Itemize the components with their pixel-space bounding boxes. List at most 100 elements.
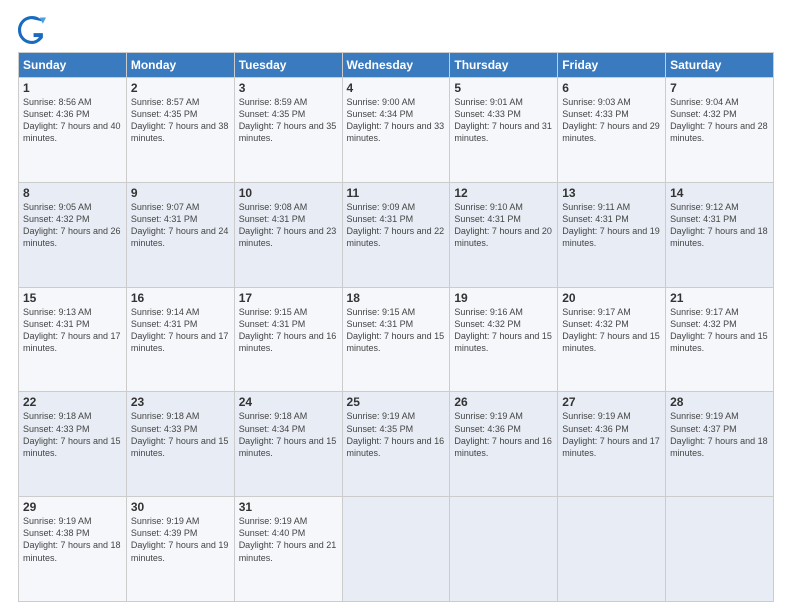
header-row: SundayMondayTuesdayWednesdayThursdayFrid…	[19, 53, 774, 78]
day-number: 28	[670, 395, 769, 409]
calendar-cell: 17 Sunrise: 9:15 AMSunset: 4:31 PMDaylig…	[234, 287, 342, 392]
cell-info: Sunrise: 9:17 AMSunset: 4:32 PMDaylight:…	[562, 307, 660, 353]
calendar-cell: 3 Sunrise: 8:59 AMSunset: 4:35 PMDayligh…	[234, 78, 342, 183]
day-number: 2	[131, 81, 230, 95]
calendar-cell: 9 Sunrise: 9:07 AMSunset: 4:31 PMDayligh…	[126, 182, 234, 287]
cell-info: Sunrise: 9:19 AMSunset: 4:36 PMDaylight:…	[562, 411, 660, 457]
cell-info: Sunrise: 8:59 AMSunset: 4:35 PMDaylight:…	[239, 97, 337, 143]
logo-icon	[18, 16, 46, 44]
cell-info: Sunrise: 9:01 AMSunset: 4:33 PMDaylight:…	[454, 97, 552, 143]
calendar-cell: 14 Sunrise: 9:12 AMSunset: 4:31 PMDaylig…	[666, 182, 774, 287]
calendar-cell: 7 Sunrise: 9:04 AMSunset: 4:32 PMDayligh…	[666, 78, 774, 183]
cell-info: Sunrise: 9:09 AMSunset: 4:31 PMDaylight:…	[347, 202, 445, 248]
cell-info: Sunrise: 9:04 AMSunset: 4:32 PMDaylight:…	[670, 97, 768, 143]
day-number: 20	[562, 291, 661, 305]
calendar-cell: 29 Sunrise: 9:19 AMSunset: 4:38 PMDaylig…	[19, 497, 127, 602]
day-number: 17	[239, 291, 338, 305]
day-number: 23	[131, 395, 230, 409]
calendar-cell: 12 Sunrise: 9:10 AMSunset: 4:31 PMDaylig…	[450, 182, 558, 287]
cell-info: Sunrise: 9:19 AMSunset: 4:38 PMDaylight:…	[23, 516, 121, 562]
cell-info: Sunrise: 9:16 AMSunset: 4:32 PMDaylight:…	[454, 307, 552, 353]
day-number: 24	[239, 395, 338, 409]
calendar-cell: 16 Sunrise: 9:14 AMSunset: 4:31 PMDaylig…	[126, 287, 234, 392]
day-header-sunday: Sunday	[19, 53, 127, 78]
day-number: 3	[239, 81, 338, 95]
day-header-friday: Friday	[558, 53, 666, 78]
calendar-cell: 15 Sunrise: 9:13 AMSunset: 4:31 PMDaylig…	[19, 287, 127, 392]
calendar-week-5: 29 Sunrise: 9:19 AMSunset: 4:38 PMDaylig…	[19, 497, 774, 602]
cell-info: Sunrise: 9:15 AMSunset: 4:31 PMDaylight:…	[347, 307, 445, 353]
calendar-cell	[666, 497, 774, 602]
calendar-cell: 19 Sunrise: 9:16 AMSunset: 4:32 PMDaylig…	[450, 287, 558, 392]
calendar-cell: 22 Sunrise: 9:18 AMSunset: 4:33 PMDaylig…	[19, 392, 127, 497]
day-number: 7	[670, 81, 769, 95]
day-number: 12	[454, 186, 553, 200]
day-header-saturday: Saturday	[666, 53, 774, 78]
calendar-cell: 13 Sunrise: 9:11 AMSunset: 4:31 PMDaylig…	[558, 182, 666, 287]
day-number: 10	[239, 186, 338, 200]
header	[18, 16, 774, 44]
calendar-cell: 6 Sunrise: 9:03 AMSunset: 4:33 PMDayligh…	[558, 78, 666, 183]
cell-info: Sunrise: 9:19 AMSunset: 4:39 PMDaylight:…	[131, 516, 229, 562]
day-number: 5	[454, 81, 553, 95]
day-number: 6	[562, 81, 661, 95]
cell-info: Sunrise: 9:19 AMSunset: 4:36 PMDaylight:…	[454, 411, 552, 457]
day-number: 21	[670, 291, 769, 305]
calendar-week-2: 8 Sunrise: 9:05 AMSunset: 4:32 PMDayligh…	[19, 182, 774, 287]
day-number: 16	[131, 291, 230, 305]
day-number: 31	[239, 500, 338, 514]
calendar-cell: 5 Sunrise: 9:01 AMSunset: 4:33 PMDayligh…	[450, 78, 558, 183]
day-number: 4	[347, 81, 446, 95]
calendar-body: 1 Sunrise: 8:56 AMSunset: 4:36 PMDayligh…	[19, 78, 774, 602]
day-number: 14	[670, 186, 769, 200]
cell-info: Sunrise: 8:56 AMSunset: 4:36 PMDaylight:…	[23, 97, 121, 143]
calendar-cell: 4 Sunrise: 9:00 AMSunset: 4:34 PMDayligh…	[342, 78, 450, 183]
calendar-table: SundayMondayTuesdayWednesdayThursdayFrid…	[18, 52, 774, 602]
day-number: 19	[454, 291, 553, 305]
cell-info: Sunrise: 9:17 AMSunset: 4:32 PMDaylight:…	[670, 307, 768, 353]
calendar-cell	[342, 497, 450, 602]
calendar-cell: 23 Sunrise: 9:18 AMSunset: 4:33 PMDaylig…	[126, 392, 234, 497]
day-number: 30	[131, 500, 230, 514]
day-number: 11	[347, 186, 446, 200]
day-number: 1	[23, 81, 122, 95]
day-number: 27	[562, 395, 661, 409]
cell-info: Sunrise: 9:00 AMSunset: 4:34 PMDaylight:…	[347, 97, 445, 143]
day-header-tuesday: Tuesday	[234, 53, 342, 78]
day-number: 13	[562, 186, 661, 200]
day-number: 8	[23, 186, 122, 200]
calendar-cell: 24 Sunrise: 9:18 AMSunset: 4:34 PMDaylig…	[234, 392, 342, 497]
calendar-cell: 21 Sunrise: 9:17 AMSunset: 4:32 PMDaylig…	[666, 287, 774, 392]
calendar-cell: 2 Sunrise: 8:57 AMSunset: 4:35 PMDayligh…	[126, 78, 234, 183]
calendar-cell: 28 Sunrise: 9:19 AMSunset: 4:37 PMDaylig…	[666, 392, 774, 497]
day-header-monday: Monday	[126, 53, 234, 78]
calendar-cell: 30 Sunrise: 9:19 AMSunset: 4:39 PMDaylig…	[126, 497, 234, 602]
calendar-cell: 31 Sunrise: 9:19 AMSunset: 4:40 PMDaylig…	[234, 497, 342, 602]
cell-info: Sunrise: 9:19 AMSunset: 4:35 PMDaylight:…	[347, 411, 445, 457]
cell-info: Sunrise: 8:57 AMSunset: 4:35 PMDaylight:…	[131, 97, 229, 143]
calendar-cell: 1 Sunrise: 8:56 AMSunset: 4:36 PMDayligh…	[19, 78, 127, 183]
day-number: 29	[23, 500, 122, 514]
cell-info: Sunrise: 9:18 AMSunset: 4:34 PMDaylight:…	[239, 411, 337, 457]
day-number: 26	[454, 395, 553, 409]
logo	[18, 16, 50, 44]
calendar-header: SundayMondayTuesdayWednesdayThursdayFrid…	[19, 53, 774, 78]
calendar-cell	[450, 497, 558, 602]
cell-info: Sunrise: 9:19 AMSunset: 4:40 PMDaylight:…	[239, 516, 337, 562]
calendar-week-3: 15 Sunrise: 9:13 AMSunset: 4:31 PMDaylig…	[19, 287, 774, 392]
day-number: 18	[347, 291, 446, 305]
calendar-cell: 18 Sunrise: 9:15 AMSunset: 4:31 PMDaylig…	[342, 287, 450, 392]
cell-info: Sunrise: 9:07 AMSunset: 4:31 PMDaylight:…	[131, 202, 229, 248]
calendar-cell: 8 Sunrise: 9:05 AMSunset: 4:32 PMDayligh…	[19, 182, 127, 287]
page: SundayMondayTuesdayWednesdayThursdayFrid…	[0, 0, 792, 612]
calendar-cell: 26 Sunrise: 9:19 AMSunset: 4:36 PMDaylig…	[450, 392, 558, 497]
cell-info: Sunrise: 9:15 AMSunset: 4:31 PMDaylight:…	[239, 307, 337, 353]
day-header-wednesday: Wednesday	[342, 53, 450, 78]
cell-info: Sunrise: 9:10 AMSunset: 4:31 PMDaylight:…	[454, 202, 552, 248]
calendar-week-4: 22 Sunrise: 9:18 AMSunset: 4:33 PMDaylig…	[19, 392, 774, 497]
calendar-cell: 11 Sunrise: 9:09 AMSunset: 4:31 PMDaylig…	[342, 182, 450, 287]
calendar-week-1: 1 Sunrise: 8:56 AMSunset: 4:36 PMDayligh…	[19, 78, 774, 183]
calendar-cell: 25 Sunrise: 9:19 AMSunset: 4:35 PMDaylig…	[342, 392, 450, 497]
cell-info: Sunrise: 9:11 AMSunset: 4:31 PMDaylight:…	[562, 202, 660, 248]
cell-info: Sunrise: 9:12 AMSunset: 4:31 PMDaylight:…	[670, 202, 768, 248]
